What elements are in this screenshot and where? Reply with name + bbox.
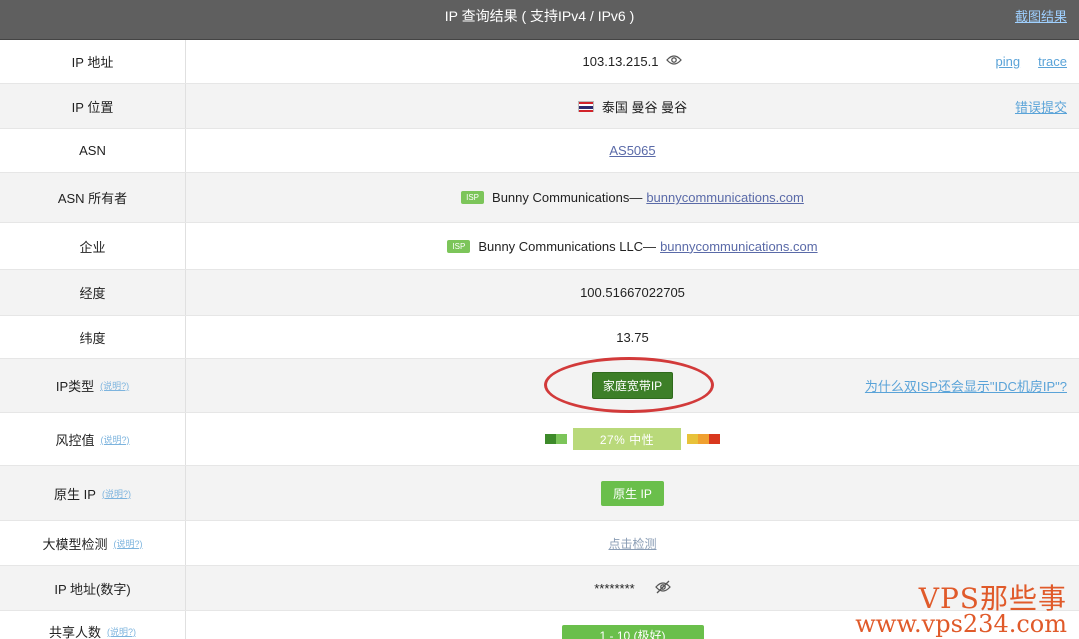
why-idc-link[interactable]: 为什么双ISP还会显示"IDC机房IP"?: [865, 376, 1067, 395]
row-label: IP类型: [55, 379, 95, 394]
eye-slash-icon[interactable]: [654, 580, 671, 597]
row-llm-detect: 大模型检测 (说明?) 点击检测: [0, 521, 1079, 566]
native-ip-badge: 原生 IP: [601, 480, 664, 506]
ping-link[interactable]: ping: [996, 54, 1021, 69]
latitude-value: 13.75: [616, 329, 649, 345]
row-label: 企业: [0, 223, 186, 269]
risk-segment: [545, 434, 556, 444]
help-link[interactable]: (说明?): [100, 379, 129, 392]
risk-score-bar: 27% 中性: [573, 428, 681, 450]
ip-address-value: 103.13.215.1: [582, 54, 659, 69]
help-link[interactable]: (说明?): [101, 433, 130, 446]
results-header: IP 查询结果 ( 支持IPv4 / IPv6 ) 截图结果: [0, 0, 1079, 40]
help-link[interactable]: (说明?): [107, 625, 136, 638]
ip-location-value: 泰国 曼谷 曼谷: [601, 99, 688, 115]
trace-link[interactable]: trace: [1038, 54, 1067, 69]
isp-badge: ISP: [447, 239, 471, 253]
row-label: IP 地址(数字): [0, 566, 186, 610]
row-label: 风控值: [55, 432, 95, 448]
row-label: ASN: [0, 129, 186, 172]
help-link[interactable]: (说明?): [114, 537, 143, 550]
asn-owner-name: Bunny Communications—: [492, 190, 643, 205]
risk-segment: [687, 434, 698, 444]
row-ip-location: IP 位置 泰国 曼谷 曼谷 错误提交: [0, 84, 1079, 129]
row-label: 经度: [0, 270, 186, 315]
row-label: 大模型检测: [42, 536, 108, 552]
row-ip-numeric: IP 地址(数字) ********: [0, 566, 1079, 611]
report-error-link[interactable]: 错误提交: [1015, 97, 1067, 116]
row-native-ip: 原生 IP (说明?) 原生 IP: [0, 466, 1079, 521]
row-company: 企业 ISP Bunny Communications LLC— bunnyco…: [0, 223, 1079, 270]
isp-badge: ISP: [461, 191, 485, 204]
risk-segment: [556, 434, 567, 444]
asn-owner-domain-link[interactable]: bunnycommunications.com: [646, 190, 804, 205]
row-label: IP 位置: [0, 84, 186, 128]
help-link[interactable]: (说明?): [102, 487, 131, 500]
longitude-value: 100.51667022705: [580, 285, 685, 300]
company-name: Bunny Communications LLC—: [478, 238, 657, 254]
screenshot-link[interactable]: 截图结果: [1015, 6, 1067, 25]
row-risk-score: 风控值 (说明?) 27% 中性: [0, 413, 1079, 466]
page-title: IP 查询结果 ( 支持IPv4 / IPv6 ): [444, 8, 635, 24]
company-domain-link[interactable]: bunnycommunications.com: [660, 239, 818, 254]
row-shared-users: 共享人数 (说明?) 1 - 10 (极好): [0, 611, 1079, 639]
asn-link[interactable]: AS5065: [609, 143, 655, 158]
eye-icon[interactable]: [666, 54, 683, 69]
click-detect-link[interactable]: 点击检测: [608, 535, 656, 552]
row-label: 共享人数: [48, 624, 101, 639]
shared-users-badge: 1 - 10 (极好): [561, 625, 704, 639]
row-asn: ASN AS5065: [0, 129, 1079, 173]
row-ip-address: IP 地址 103.13.215.1 ping trace: [0, 40, 1079, 84]
row-label: ASN 所有者: [0, 173, 186, 222]
thailand-flag-icon: [577, 100, 594, 112]
row-latitude: 纬度 13.75: [0, 316, 1079, 359]
risk-segment: [709, 434, 720, 444]
risk-meter: 27% 中性: [545, 428, 720, 450]
ip-numeric-value: ********: [594, 580, 635, 596]
ip-type-badge: 家庭宽带IP: [591, 372, 674, 399]
row-ip-type: IP类型 (说明?) 家庭宽带IP 为什么双ISP还会显示"IDC机房IP"?: [0, 359, 1079, 413]
row-asn-owner: ASN 所有者 ISP Bunny Communications— bunnyc…: [0, 173, 1079, 223]
row-label: 纬度: [0, 316, 186, 358]
row-label: IP 地址: [0, 40, 186, 83]
row-label: 原生 IP: [54, 486, 96, 502]
ip-info-table: IP 地址 103.13.215.1 ping trace IP 位置 泰国 曼…: [0, 40, 1079, 639]
risk-segment: [698, 434, 709, 444]
row-longitude: 经度 100.51667022705: [0, 270, 1079, 316]
